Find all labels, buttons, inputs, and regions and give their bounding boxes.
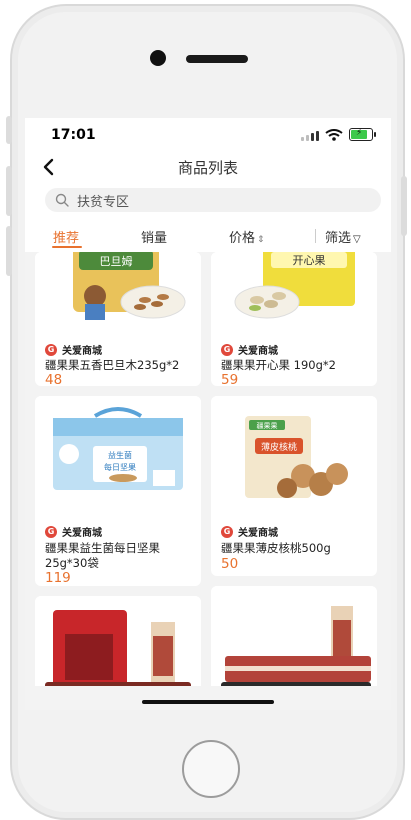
product-card[interactable]: 巴旦姆 G 关爱商城 疆果果五香巴旦木235g*2 48 <box>35 252 201 386</box>
badamu-label: 巴旦姆 <box>100 254 133 268</box>
product-price: 119 <box>45 570 71 586</box>
sort-divider <box>315 229 316 243</box>
product-card[interactable] <box>35 596 201 686</box>
kaixin-label: 开心果 <box>293 254 326 267</box>
sort-caret-icon: ⇕ <box>257 235 265 245</box>
product-grid: 巴旦姆 G 关爱商城 疆果果五香巴旦木235g*2 48 开心果 G 关爱商城 … <box>25 252 391 686</box>
home-indicator[interactable] <box>142 700 274 704</box>
search-section: 扶贫专区 <box>25 182 391 220</box>
front-camera <box>150 50 166 66</box>
product-price: 59 <box>221 372 239 386</box>
product-card[interactable] <box>211 586 377 686</box>
status-icons: ⚡ <box>301 128 376 141</box>
product-card[interactable]: 益生菌 每日坚果 G 关爱商城 疆果果益生菌每日坚果25g*30袋 119 <box>35 396 201 586</box>
walnut-brand: 疆果果 <box>257 422 278 430</box>
shop-name: 关爱商城 <box>62 346 102 357</box>
product-price: 50 <box>221 556 239 572</box>
power-button <box>401 176 407 236</box>
shop-name: 关爱商城 <box>62 528 102 539</box>
product-name[interactable]: 疆果果五香巴旦木235g*2 <box>45 358 195 373</box>
shop-logo-icon: G <box>221 343 233 356</box>
walnut-label: 薄皮核桃 <box>261 441 297 453</box>
product-name[interactable]: 疆果果开心果 190g*2 <box>221 358 371 373</box>
status-time: 17:01 <box>51 127 96 143</box>
product-image[interactable] <box>35 596 201 686</box>
sort-tab-recommend[interactable]: 推荐 <box>53 227 79 246</box>
filter-icon: ▽ <box>353 234 361 245</box>
earpiece-speaker <box>186 55 248 63</box>
product-image[interactable]: 巴旦姆 <box>35 252 201 332</box>
sort-tab-filter[interactable]: 筛选 ▽ <box>325 227 361 246</box>
volume-up-button <box>6 166 12 216</box>
sort-tab-price[interactable]: 价格 ⇕ <box>229 227 265 246</box>
status-bar: 17:01 ⚡ <box>25 118 391 152</box>
product-card[interactable]: 疆果果 薄皮核桃 G 关爱商城 疆果果薄皮核桃500g 50 <box>211 396 377 576</box>
navigation-bar: 商品列表 <box>25 152 391 182</box>
mute-switch <box>6 116 12 144</box>
volume-down-button <box>6 226 12 276</box>
shop-logo-icon: G <box>45 525 57 538</box>
product-image[interactable] <box>211 586 377 686</box>
shop-name: 关爱商城 <box>238 528 278 539</box>
home-button[interactable] <box>182 740 240 798</box>
shop-row: G 关爱商城 <box>221 342 278 357</box>
page-title: 商品列表 <box>177 159 238 177</box>
search-query: 扶贫专区 <box>77 194 130 210</box>
product-price: 48 <box>45 372 63 386</box>
product-name[interactable]: 疆果果薄皮核桃500g <box>221 541 371 556</box>
wifi-icon <box>325 128 343 141</box>
product-name[interactable]: 疆果果益生菌每日坚果25g*30袋 <box>45 541 195 571</box>
product-image[interactable]: 疆果果 薄皮核桃 <box>211 396 377 516</box>
search-input[interactable]: 扶贫专区 <box>45 188 381 212</box>
daily-nuts-sub: 益生菌 <box>108 450 132 460</box>
shop-row: G 关爱商城 <box>221 524 278 539</box>
product-image[interactable]: 益生菌 每日坚果 <box>35 396 201 516</box>
active-tab-indicator <box>52 246 82 248</box>
battery-icon: ⚡ <box>349 128 376 141</box>
sort-tab-filter-label: 筛选 <box>325 231 352 246</box>
shop-logo-icon: G <box>45 343 57 356</box>
shop-row: G 关爱商城 <box>45 524 102 539</box>
sort-tab-sales[interactable]: 销量 <box>141 227 167 246</box>
product-card[interactable]: 开心果 G 关爱商城 疆果果开心果 190g*2 59 <box>211 252 377 386</box>
cellular-signal-icon <box>301 129 319 141</box>
search-icon <box>55 193 69 207</box>
app-screen: 17:01 ⚡ 商品列表 扶贫专区 推荐 销量 价格 ⇕ 筛选 ▽ 巴旦姆 G … <box>25 118 391 710</box>
product-image[interactable]: 开心果 <box>211 252 377 332</box>
shop-logo-icon: G <box>221 525 233 538</box>
daily-nuts-label: 每日坚果 <box>104 462 136 472</box>
shop-row: G 关爱商城 <box>45 342 102 357</box>
sort-tab-price-label: 价格 <box>229 231 256 246</box>
shop-name: 关爱商城 <box>238 346 278 357</box>
sort-bar: 推荐 销量 价格 ⇕ 筛选 ▽ <box>25 220 391 252</box>
